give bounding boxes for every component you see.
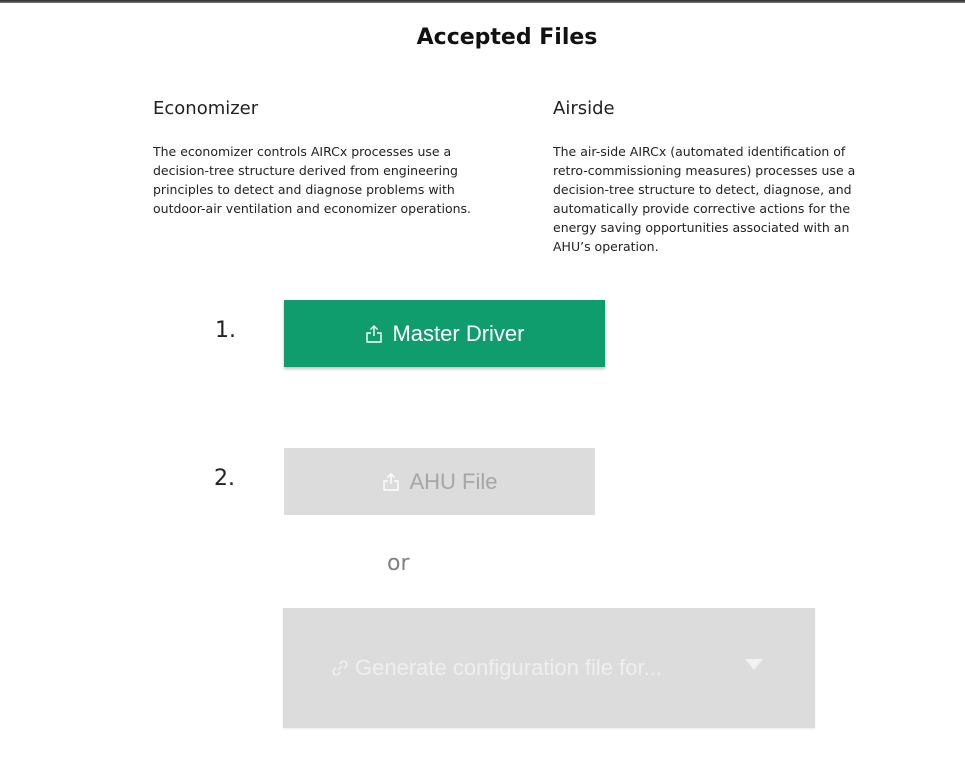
generate-config-label: Generate configuration file for... [355,655,662,680]
upload-icon [364,324,384,344]
economizer-description: The economizer controls AIRCx processes … [153,144,472,216]
economizer-title: Economizer [153,98,259,119]
airside-description: The air-side AIRCx (automated identifica… [553,144,856,254]
ahu-file-upload-button[interactable]: AHU File [284,448,595,515]
master-driver-upload-button[interactable]: Master Driver [284,300,605,367]
top-border [0,0,965,3]
airside-card: Airside The air-side AIRCx (automated id… [553,97,863,256]
step-2-number: 2. [214,466,235,491]
upload-icon [381,472,401,492]
page-title: Accepted Files [416,25,598,50]
master-driver-label: Master Driver [392,320,525,346]
link-icon [331,659,349,677]
airside-title: Airside [553,98,615,119]
economizer-card: Economizer The economizer controls AIRCx… [153,97,483,218]
generate-config-dropdown[interactable]: Generate configuration file for... [283,608,815,728]
step-1-number: 1. [215,318,236,343]
ahu-file-label: AHU File [409,468,498,494]
or-separator: or [387,551,410,576]
caret-down-icon [745,659,763,670]
